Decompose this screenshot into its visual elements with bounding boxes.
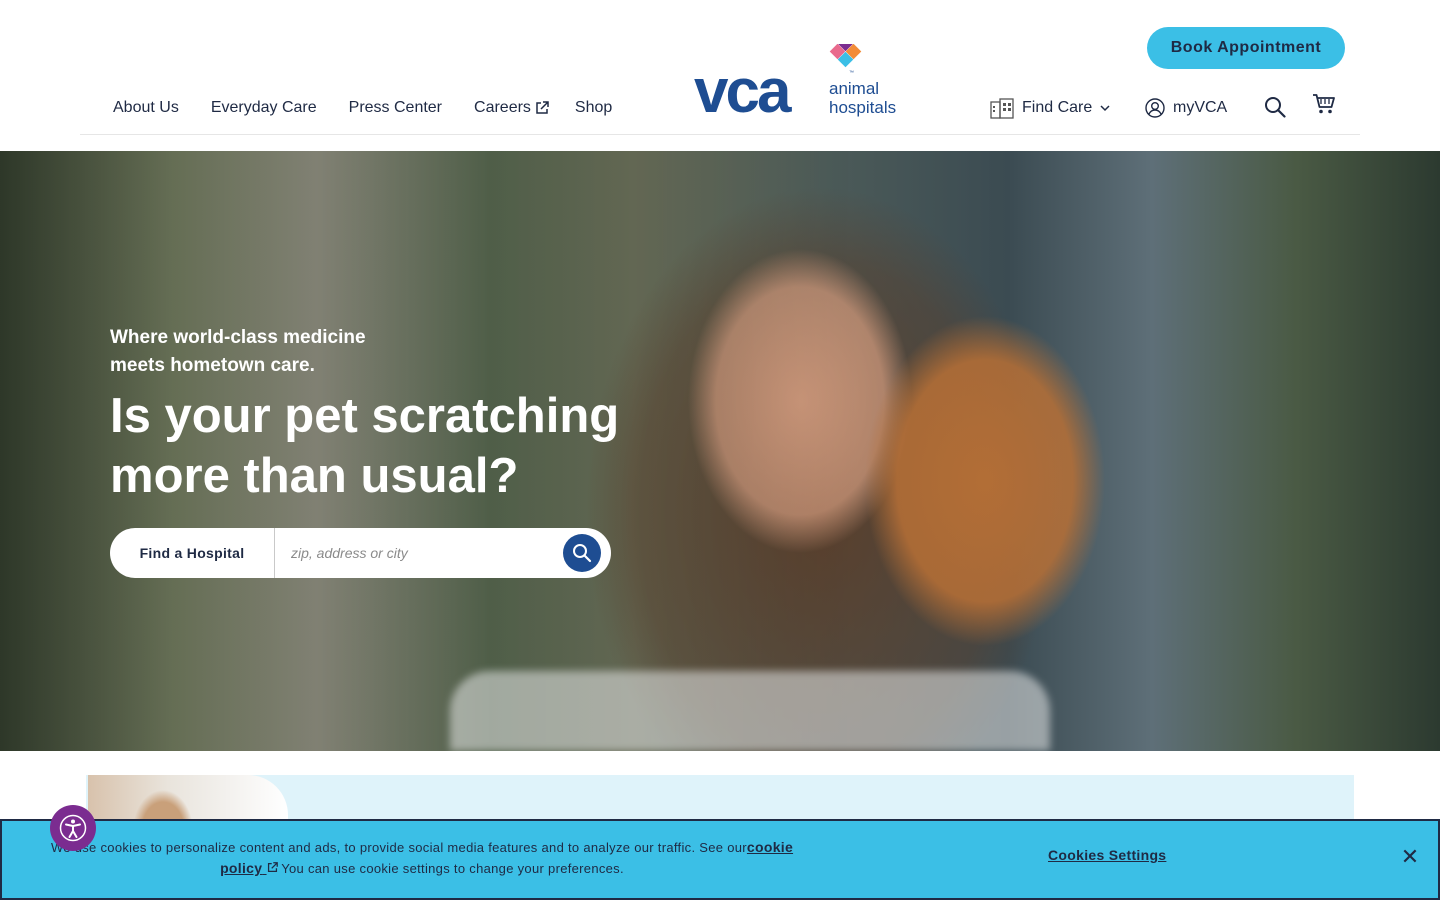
logo-wordmark: vca bbox=[694, 57, 792, 118]
hospital-search-button[interactable] bbox=[563, 534, 601, 572]
accessibility-icon bbox=[59, 814, 87, 842]
accessibility-button[interactable] bbox=[50, 805, 96, 851]
vca-logo[interactable]: vca animal hospitals ™ bbox=[694, 35, 904, 126]
external-link-icon bbox=[536, 101, 549, 114]
site-header: About Us Everyday Care Press Center Care… bbox=[0, 0, 1440, 150]
cookie-text-outro: You can use cookie settings to change yo… bbox=[277, 861, 624, 876]
hero-tagline-line-2: meets hometown care. bbox=[110, 355, 315, 376]
hero-image-foreground bbox=[450, 671, 1050, 751]
chevron-down-icon bbox=[1100, 105, 1110, 112]
myvca-account[interactable]: myVCA bbox=[1145, 94, 1227, 122]
search-icon bbox=[573, 544, 592, 563]
external-link-icon bbox=[267, 862, 278, 873]
nav-careers[interactable]: Careers bbox=[474, 96, 549, 120]
cookie-banner: We use cookies to personalize content an… bbox=[0, 819, 1440, 900]
logo-mark: vca animal hospitals ™ bbox=[694, 35, 896, 126]
logo-line-hospitals: hospitals bbox=[829, 98, 896, 117]
hero-headline-line-1: Is your pet scratching bbox=[110, 389, 620, 443]
hero-tagline-line-1: Where world-class medicine bbox=[110, 327, 366, 348]
hospital-search-input[interactable] bbox=[275, 528, 563, 578]
find-a-hospital-label: Find a Hospital bbox=[110, 528, 275, 578]
cookie-message: We use cookies to personalize content an… bbox=[42, 837, 802, 879]
nav-press-center[interactable]: Press Center bbox=[349, 96, 442, 120]
find-care-label: Find Care bbox=[1022, 99, 1093, 116]
cookie-settings-button[interactable]: Cookies Settings bbox=[1048, 847, 1166, 863]
nav-about-us[interactable]: About Us bbox=[113, 96, 179, 120]
book-appointment-button[interactable]: Book Appointment bbox=[1147, 27, 1345, 69]
hero-tagline: Where world-class medicine meets hometow… bbox=[110, 324, 430, 380]
hero-headline-line-2: more than usual? bbox=[110, 449, 519, 503]
user-circle-icon bbox=[1145, 98, 1165, 118]
header-divider bbox=[80, 134, 1360, 135]
primary-nav: About Us Everyday Care Press Center Care… bbox=[113, 96, 644, 120]
myvca-label: myVCA bbox=[1173, 99, 1228, 116]
hospital-search-bar: Find a Hospital bbox=[110, 528, 611, 578]
hero-headline: Is your pet scratching more than usual? bbox=[110, 386, 670, 506]
nav-everyday-care[interactable]: Everyday Care bbox=[211, 96, 317, 120]
search-icon[interactable] bbox=[1264, 96, 1286, 118]
nav-shop[interactable]: Shop bbox=[575, 96, 612, 120]
cookie-text-intro: We use cookies to personalize content an… bbox=[50, 840, 747, 855]
close-icon[interactable]: ✕ bbox=[1398, 845, 1422, 869]
logo-line-animal: animal bbox=[829, 79, 879, 98]
cart-icon[interactable] bbox=[1312, 93, 1336, 115]
logo-trademark: ™ bbox=[849, 70, 854, 76]
find-care-menu[interactable]: Find Care bbox=[990, 94, 1110, 122]
building-icon bbox=[990, 98, 1014, 119]
